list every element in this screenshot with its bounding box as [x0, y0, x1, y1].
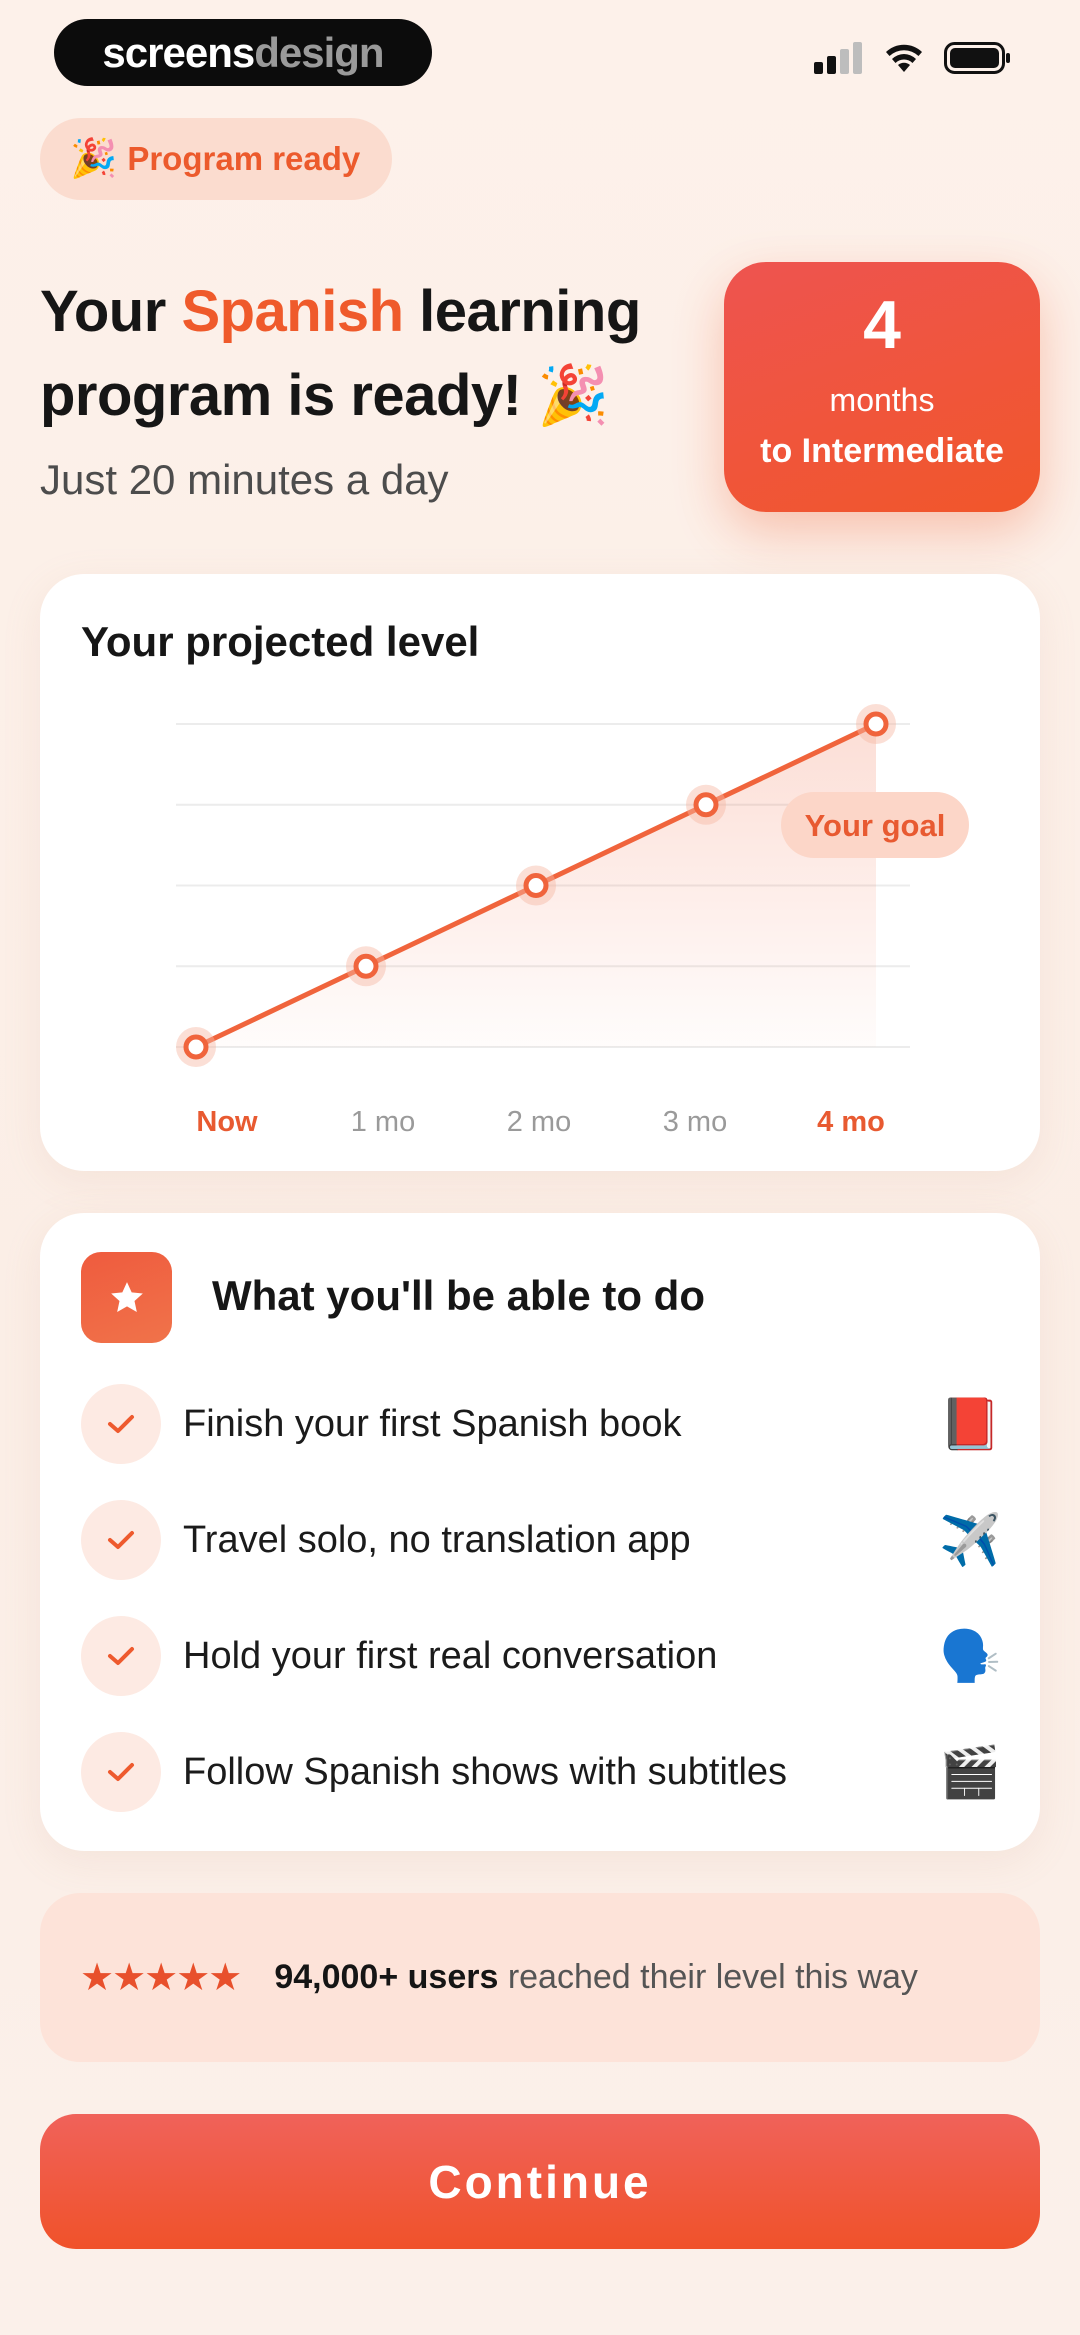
goal-annotation: Your goal — [781, 792, 969, 858]
social-proof-suffix: reached their level this way — [498, 1958, 918, 1996]
ability-text: Finish your first Spanish book — [183, 1402, 682, 1445]
clapperboard-icon: 🎬 — [939, 1743, 1002, 1800]
x-tick-label: 2 mo — [507, 1106, 571, 1138]
chart-point — [863, 711, 889, 737]
x-tick-label: 4 mo — [817, 1106, 885, 1138]
chart-point — [523, 873, 549, 898]
rating-stars-icon: ★★★★★ — [80, 1957, 242, 1999]
ability-text: Hold your first real conversation — [183, 1634, 718, 1677]
user-count: 94,000+ users — [274, 1958, 499, 1996]
continue-button[interactable]: Continue — [40, 2114, 1040, 2249]
speaking-head-icon: 🗣️ — [939, 1627, 1002, 1684]
ability-item: Follow Spanish shows with subtitles 🎬 — [81, 1732, 1002, 1812]
x-tick-label: 1 mo — [351, 1106, 415, 1138]
ability-text: Follow Spanish shows with subtitles — [183, 1750, 788, 1793]
chart-point — [183, 1034, 209, 1060]
ability-item: Finish your first Spanish book 📕 — [81, 1384, 1002, 1464]
check-icon — [81, 1384, 161, 1464]
check-icon — [81, 1616, 161, 1696]
ability-text: Travel solo, no translation app — [183, 1518, 691, 1561]
ability-item: Travel solo, no translation app ✈️ — [81, 1500, 1002, 1580]
social-proof-banner: ★★★★★ 94,000+ users reached their level … — [40, 1893, 1040, 2062]
x-tick-label: Now — [196, 1106, 258, 1138]
airplane-icon: ✈️ — [939, 1511, 1002, 1568]
social-proof-text: 94,000+ users reached their level this w… — [274, 1958, 918, 1997]
x-tick-label: 3 mo — [663, 1106, 727, 1138]
chart-point — [693, 792, 719, 818]
star-icon — [81, 1252, 172, 1343]
check-icon — [81, 1732, 161, 1812]
abilities-title: What you'll be able to do — [212, 1272, 705, 1319]
goal-label: Your goal — [805, 808, 946, 843]
check-icon — [81, 1500, 161, 1580]
book-icon: 📕 — [939, 1395, 1002, 1452]
chart-point — [353, 953, 379, 979]
projection-chart: Your goal Now 1 mo 2 mo 3 mo 4 mo — [176, 704, 969, 1138]
ability-item: Hold your first real conversation 🗣️ — [81, 1616, 1002, 1696]
